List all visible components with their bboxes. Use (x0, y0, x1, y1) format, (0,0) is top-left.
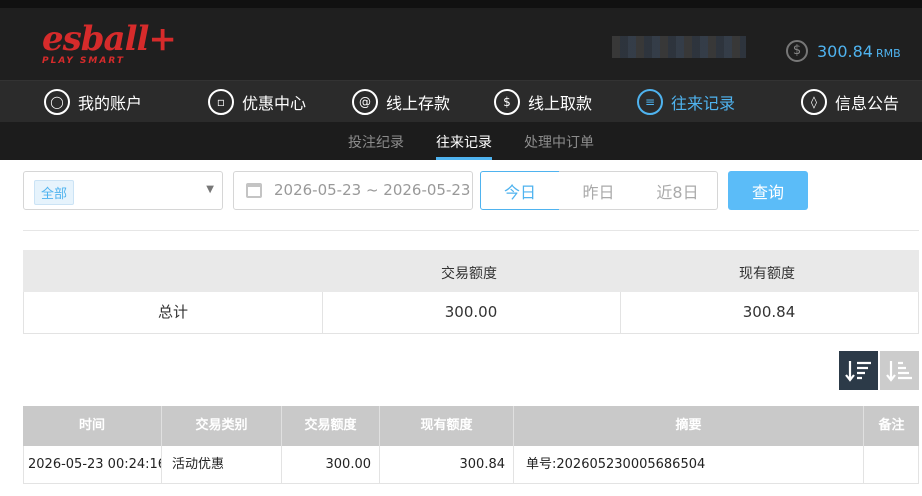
cell-time: 2026-05-23 00:24:16 (23, 446, 162, 484)
query-button[interactable]: 查询 (728, 171, 808, 210)
main-nav: ◯ 我的账户 ▫ 优惠中心 @ 线上存款 $ 线上取款 ≡ 往来记录 ◊ 信息公… (0, 80, 922, 122)
sort-descending-icon (844, 360, 871, 382)
bell-icon: ◊ (801, 89, 827, 115)
site-header: esball+ PLAY SMART $ 300.84 RMB (0, 8, 922, 80)
nav-label: 信息公告 (835, 94, 900, 113)
col-header-time[interactable]: 时间 (23, 406, 162, 446)
nav-my-account[interactable]: ◯ 我的账户 (44, 87, 142, 117)
summary-total-amount: 300.00 (444, 303, 498, 321)
date-range-picker[interactable]: 2026-05-23 ~ 2026-05-23 (233, 171, 473, 210)
cell-remark (864, 446, 919, 484)
col-header-type[interactable]: 交易类别 (162, 406, 282, 446)
summary-header-current: 现有额度 (739, 266, 795, 282)
sort-ascending-icon (885, 360, 912, 382)
nav-announcements[interactable]: ◊ 信息公告 (801, 87, 899, 117)
account-balance: 300.84 RMB (817, 42, 901, 61)
cell-current: 300.84 (380, 446, 514, 484)
table-row: 2026-05-23 00:24:16 活动优惠 300.00 300.84 单… (23, 446, 919, 484)
nav-label: 我的账户 (78, 94, 143, 113)
summary-header: 交易额度 现有额度 (23, 250, 919, 292)
sort-ascending-button[interactable] (880, 351, 919, 390)
withdraw-icon: $ (494, 89, 520, 115)
record-icon: ≡ (637, 89, 663, 115)
masked-username (612, 36, 746, 58)
balance-currency: RMB (875, 47, 901, 60)
period-today-button[interactable]: 今日 (480, 171, 560, 210)
col-header-summary[interactable]: 摘要 (514, 406, 864, 446)
brand-logo[interactable]: esball+ (42, 22, 177, 56)
col-header-amount[interactable]: 交易额度 (282, 406, 380, 446)
brand-tagline: PLAY SMART (42, 56, 125, 66)
nav-label: 优惠中心 (242, 94, 307, 113)
nav-promotions[interactable]: ▫ 优惠中心 (208, 87, 306, 117)
nav-label: 线上存款 (386, 94, 451, 113)
subtab-pending-orders[interactable]: 处理中订单 (524, 132, 594, 152)
date-range-value: 2026-05-23 ~ 2026-05-23 (274, 181, 471, 199)
records-table-header: 时间 交易类别 交易额度 现有额度 摘要 备注 (23, 406, 919, 446)
deposit-icon: @ (352, 89, 378, 115)
summary-total-row: 总计 300.00 300.84 (23, 292, 919, 334)
sort-descending-button[interactable] (839, 351, 878, 390)
sub-nav: 投注纪录 往来记录 处理中订单 (0, 122, 922, 160)
summary-total-label: 总计 (157, 303, 188, 321)
nav-records[interactable]: ≡ 往来记录 (637, 87, 735, 117)
gift-icon: ▫ (208, 89, 234, 115)
cell-amount: 300.00 (282, 446, 380, 484)
period-yesterday-button[interactable]: 昨日 (559, 171, 639, 210)
user-icon: ◯ (44, 89, 70, 115)
cell-type: 活动优惠 (162, 446, 282, 484)
dollar-icon: $ (786, 40, 808, 62)
nav-deposit[interactable]: @ 线上存款 (352, 87, 450, 117)
subtab-transaction-records[interactable]: 往来记录 (436, 132, 492, 152)
divider (23, 230, 919, 231)
active-tab-indicator (436, 157, 492, 160)
nav-label: 往来记录 (671, 94, 736, 113)
nav-label: 线上取款 (528, 94, 593, 113)
period-last8-button[interactable]: 近8日 (638, 171, 718, 210)
top-strip (0, 0, 922, 8)
cell-summary: 单号:202605230005686504 (514, 446, 864, 484)
type-filter-select[interactable]: 全部 ▼ (23, 171, 223, 210)
selected-type-tag: 全部 (34, 180, 75, 205)
col-header-remark[interactable]: 备注 (864, 406, 919, 446)
calendar-icon (246, 183, 262, 198)
nav-withdraw[interactable]: $ 线上取款 (494, 87, 592, 117)
balance-amount: 300.84 (817, 42, 873, 61)
col-header-current[interactable]: 现有额度 (380, 406, 514, 446)
summary-total-current: 300.84 (742, 303, 796, 321)
chevron-down-icon: ▼ (206, 184, 214, 195)
subtab-bet-records[interactable]: 投注纪录 (348, 132, 404, 152)
summary-header-amount: 交易额度 (441, 266, 497, 282)
